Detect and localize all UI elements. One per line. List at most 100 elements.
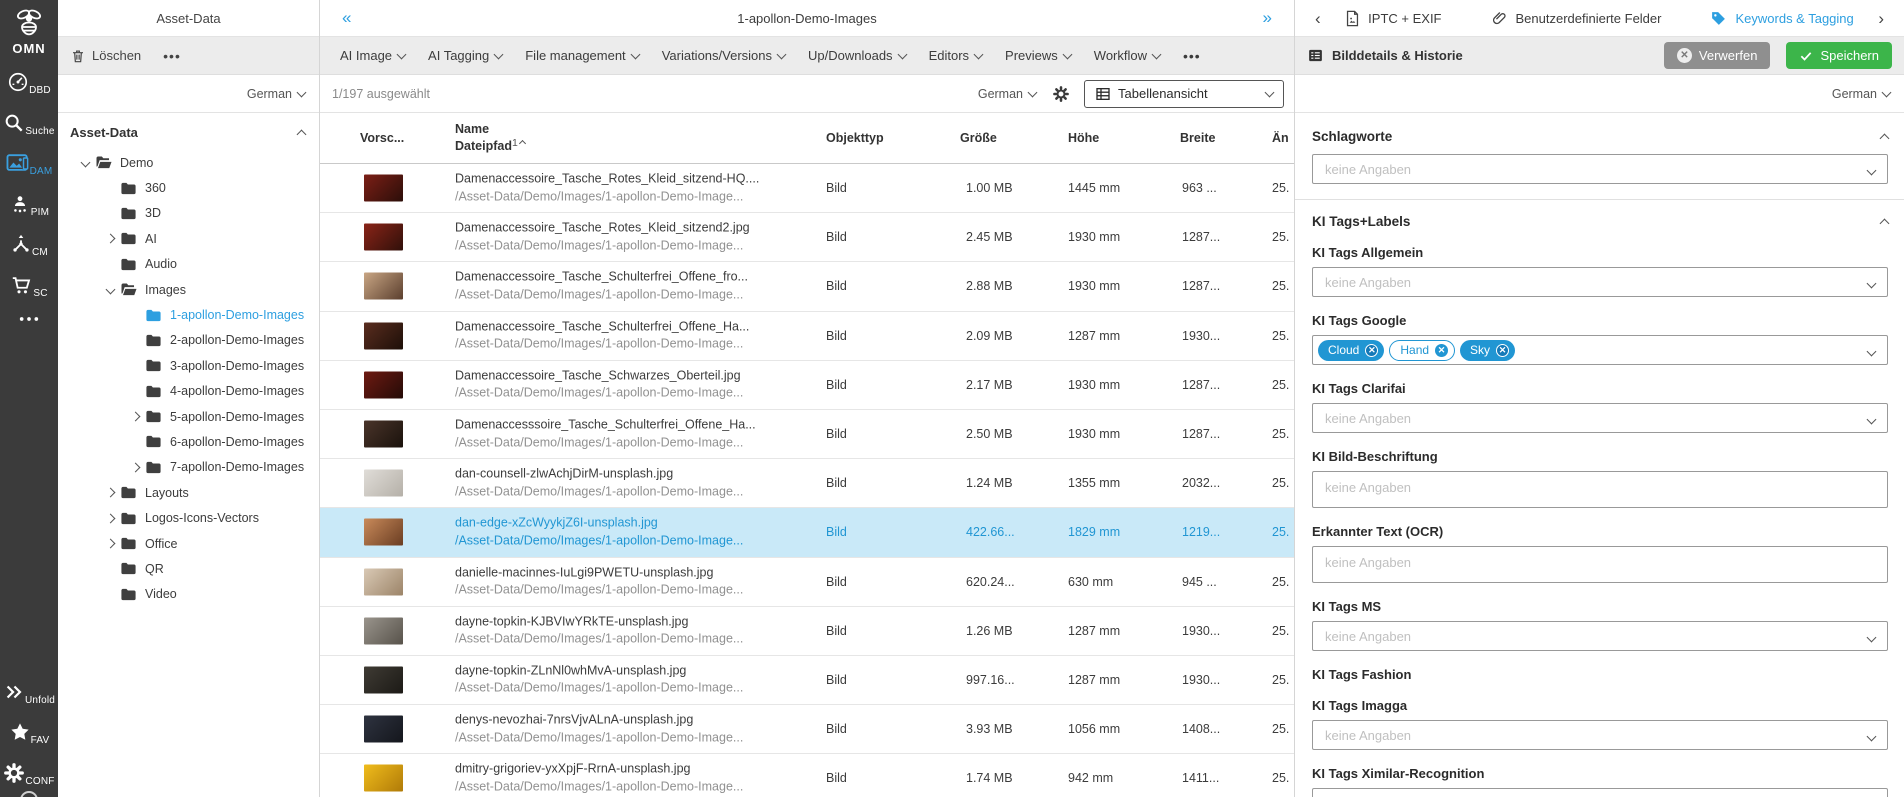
rail-item-cm[interactable]: CM (3, 233, 54, 259)
rail-item-more[interactable] (3, 314, 54, 328)
col-header-type[interactable]: Objekttyp (826, 131, 884, 145)
table-row[interactable]: Damenaccessoire_Tasche_Schulterfrei_Offe… (320, 262, 1294, 311)
table-row[interactable]: dayne-topkin-ZLnNl0whMvA-unsplash.jpg/As… (320, 656, 1294, 705)
rail-item-dam[interactable]: DAM (3, 152, 54, 178)
save-button[interactable]: Speichern (1786, 42, 1892, 69)
sidebar-more-button[interactable]: ••• (163, 48, 181, 64)
table-row[interactable]: Damenaccessoire_Tasche_Schwarzes_Obertei… (320, 361, 1294, 410)
details-language-dropdown[interactable]: German (1832, 87, 1890, 101)
menu-more-button[interactable]: ••• (1183, 48, 1201, 64)
chevron-right-icon[interactable] (105, 234, 115, 244)
table-row[interactable]: denys-nevozhai-7nrsVjvALnA-unsplash.jpg/… (320, 705, 1294, 754)
main-language-dropdown[interactable]: German (978, 87, 1036, 101)
col-header-height[interactable]: Höhe (1068, 131, 1099, 145)
tree-item-3-apollon-demo-images[interactable]: 3-apollon-Demo-Images (58, 353, 319, 378)
table-row[interactable]: Damenaccessoire_Tasche_Rotes_Kleid_sitze… (320, 164, 1294, 213)
chevron-down-icon[interactable] (80, 158, 90, 168)
chevron-right-icon[interactable] (105, 513, 115, 523)
tab-benutzerdefinierte-felder[interactable]: Benutzerdefinierte Felder (1491, 10, 1662, 27)
tree-item-logos-icons-vectors[interactable]: Logos-Icons-Vectors (58, 505, 319, 530)
chevron-right-icon[interactable] (105, 539, 115, 549)
menu-up-downloads[interactable]: Up/Downloads (808, 48, 906, 63)
tree-item-office[interactable]: Office (58, 531, 319, 556)
discard-button[interactable]: ✕ Verwerfen (1664, 42, 1771, 69)
rail-item-conf[interactable]: CONF (3, 762, 55, 788)
ki-bild-beschriftung-input[interactable]: keine Angaben (1312, 471, 1888, 508)
tree-item-audio[interactable]: Audio (58, 252, 319, 277)
schlagworte-select[interactable]: keine Angaben (1312, 154, 1888, 184)
col-header-width[interactable]: Breite (1180, 131, 1215, 145)
omn-logo[interactable]: OMN (12, 6, 46, 56)
view-mode-dropdown[interactable]: Tabellenansicht (1084, 80, 1284, 108)
delete-button[interactable]: Löschen (70, 48, 141, 64)
ki-tags-allgemein-select[interactable]: keine Angaben (1312, 267, 1888, 297)
tree-item-5-apollon-demo-images[interactable]: 5-apollon-Demo-Images (58, 404, 319, 429)
remove-tag-icon[interactable]: ✕ (1496, 344, 1509, 357)
tab-keywords-tagging[interactable]: Keywords & Tagging (1710, 10, 1853, 27)
tree-item-6-apollon-demo-images[interactable]: 6-apollon-Demo-Images (58, 429, 319, 454)
tag-chip-hand[interactable]: Hand✕ (1389, 340, 1455, 361)
menu-workflow[interactable]: Workflow (1094, 48, 1160, 63)
collapse-left-icon[interactable]: « (342, 8, 351, 28)
table-row[interactable]: dan-counsell-zlwAchjDirM-unsplash.jpg/As… (320, 459, 1294, 508)
sidebar-language-dropdown[interactable]: German (247, 87, 305, 101)
tree-item-1-apollon-demo-images[interactable]: 1-apollon-Demo-Images (58, 302, 319, 327)
remove-tag-icon[interactable]: ✕ (1365, 344, 1378, 357)
rail-item-suche[interactable]: Suche (3, 112, 54, 138)
chevron-right-icon[interactable] (105, 488, 115, 498)
menu-editors[interactable]: Editors (929, 48, 982, 63)
menu-ai-tagging[interactable]: AI Tagging (428, 48, 502, 63)
ki-tags-clarifai-select[interactable]: keine Angaben (1312, 403, 1888, 433)
rail-item-dbd[interactable]: DBD (3, 71, 54, 97)
table-row[interactable]: dayne-topkin-KJBVIwYRkTE-unsplash.jpg/As… (320, 607, 1294, 656)
tree-item-images[interactable]: Images (58, 277, 319, 302)
tree-item-4-apollon-demo-images[interactable]: 4-apollon-Demo-Images (58, 379, 319, 404)
tree-item-360[interactable]: 360 (58, 175, 319, 200)
chevron-right-icon[interactable] (130, 412, 140, 422)
tree-item-ai[interactable]: AI (58, 226, 319, 251)
chevron-down-icon[interactable] (105, 285, 115, 295)
table-row[interactable]: Damenaccesssoire_Tasche_Schulterfrei_Off… (320, 410, 1294, 459)
tree-item-layouts[interactable]: Layouts (58, 480, 319, 505)
rail-item-pim[interactable]: PIM (3, 193, 54, 219)
ki-tags-google-select[interactable]: Cloud✕Hand✕Sky✕ (1312, 335, 1888, 365)
remove-tag-icon[interactable]: ✕ (1435, 344, 1448, 357)
ki-tags-ximilar-recognition-select[interactable]: keine Angaben (1312, 788, 1888, 797)
rail-item-fav[interactable]: FAV (3, 721, 55, 747)
tree-item-7-apollon-demo-images[interactable]: 7-apollon-Demo-Images (58, 455, 319, 480)
ki-tags-imagga-select[interactable]: keine Angaben (1312, 720, 1888, 750)
col-header-preview[interactable]: Vorsc... (360, 131, 404, 145)
erkannter-text-ocr--input[interactable]: keine Angaben (1312, 546, 1888, 583)
tree-item-video[interactable]: Video (58, 582, 319, 607)
tree-item-2-apollon-demo-images[interactable]: 2-apollon-Demo-Images (58, 328, 319, 353)
table-row[interactable]: Damenaccessoire_Tasche_Schulterfrei_Offe… (320, 312, 1294, 361)
tag-chip-cloud[interactable]: Cloud✕ (1318, 340, 1384, 361)
tree-item-3d[interactable]: 3D (58, 201, 319, 226)
ki-tags-ms-select[interactable]: keine Angaben (1312, 621, 1888, 651)
menu-ai-image[interactable]: AI Image (340, 48, 405, 63)
col-header-size[interactable]: Größe (960, 131, 997, 145)
tree-root-header[interactable]: Asset-Data (58, 125, 319, 150)
tabs-scroll-right-icon[interactable]: › (1878, 10, 1884, 27)
table-row[interactable]: dan-edge-xZcWyykjZ6I-unsplash.jpg/Asset-… (320, 508, 1294, 557)
tree-item-qr[interactable]: QR (58, 556, 319, 581)
tab-iptc-exif[interactable]: IPTC + EXIF (1345, 10, 1441, 27)
menu-variations-versions[interactable]: Variations/Versions (662, 48, 785, 63)
rail-item-sc[interactable]: SC (3, 274, 54, 300)
rail-item-unfold[interactable]: Unfold (3, 681, 55, 707)
col-header-changed[interactable]: Än (1272, 131, 1289, 145)
sort-indicator[interactable]: 1 (512, 137, 525, 149)
menu-file-management[interactable]: File management (525, 48, 638, 63)
col-header-name[interactable]: Name Dateipfad (455, 121, 512, 155)
tag-chip-sky[interactable]: Sky✕ (1460, 340, 1515, 361)
table-row[interactable]: dmitry-grigoriev-yxXpjF-RrnA-unsplash.jp… (320, 754, 1294, 797)
section-ki-tags-header[interactable]: KI Tags+Labels (1312, 214, 1888, 229)
table-row[interactable]: Damenaccessoire_Tasche_Rotes_Kleid_sitze… (320, 213, 1294, 262)
tree-item-demo[interactable]: Demo (58, 150, 319, 175)
menu-previews[interactable]: Previews (1005, 48, 1071, 63)
chevron-right-icon[interactable] (130, 462, 140, 472)
section-schlagworte-header[interactable]: Schlagworte (1312, 129, 1888, 144)
collapse-right-icon[interactable]: » (1263, 8, 1272, 28)
view-settings-button[interactable] (1052, 85, 1070, 103)
table-row[interactable]: danielle-macinnes-IuLgi9PWETU-unsplash.j… (320, 558, 1294, 607)
